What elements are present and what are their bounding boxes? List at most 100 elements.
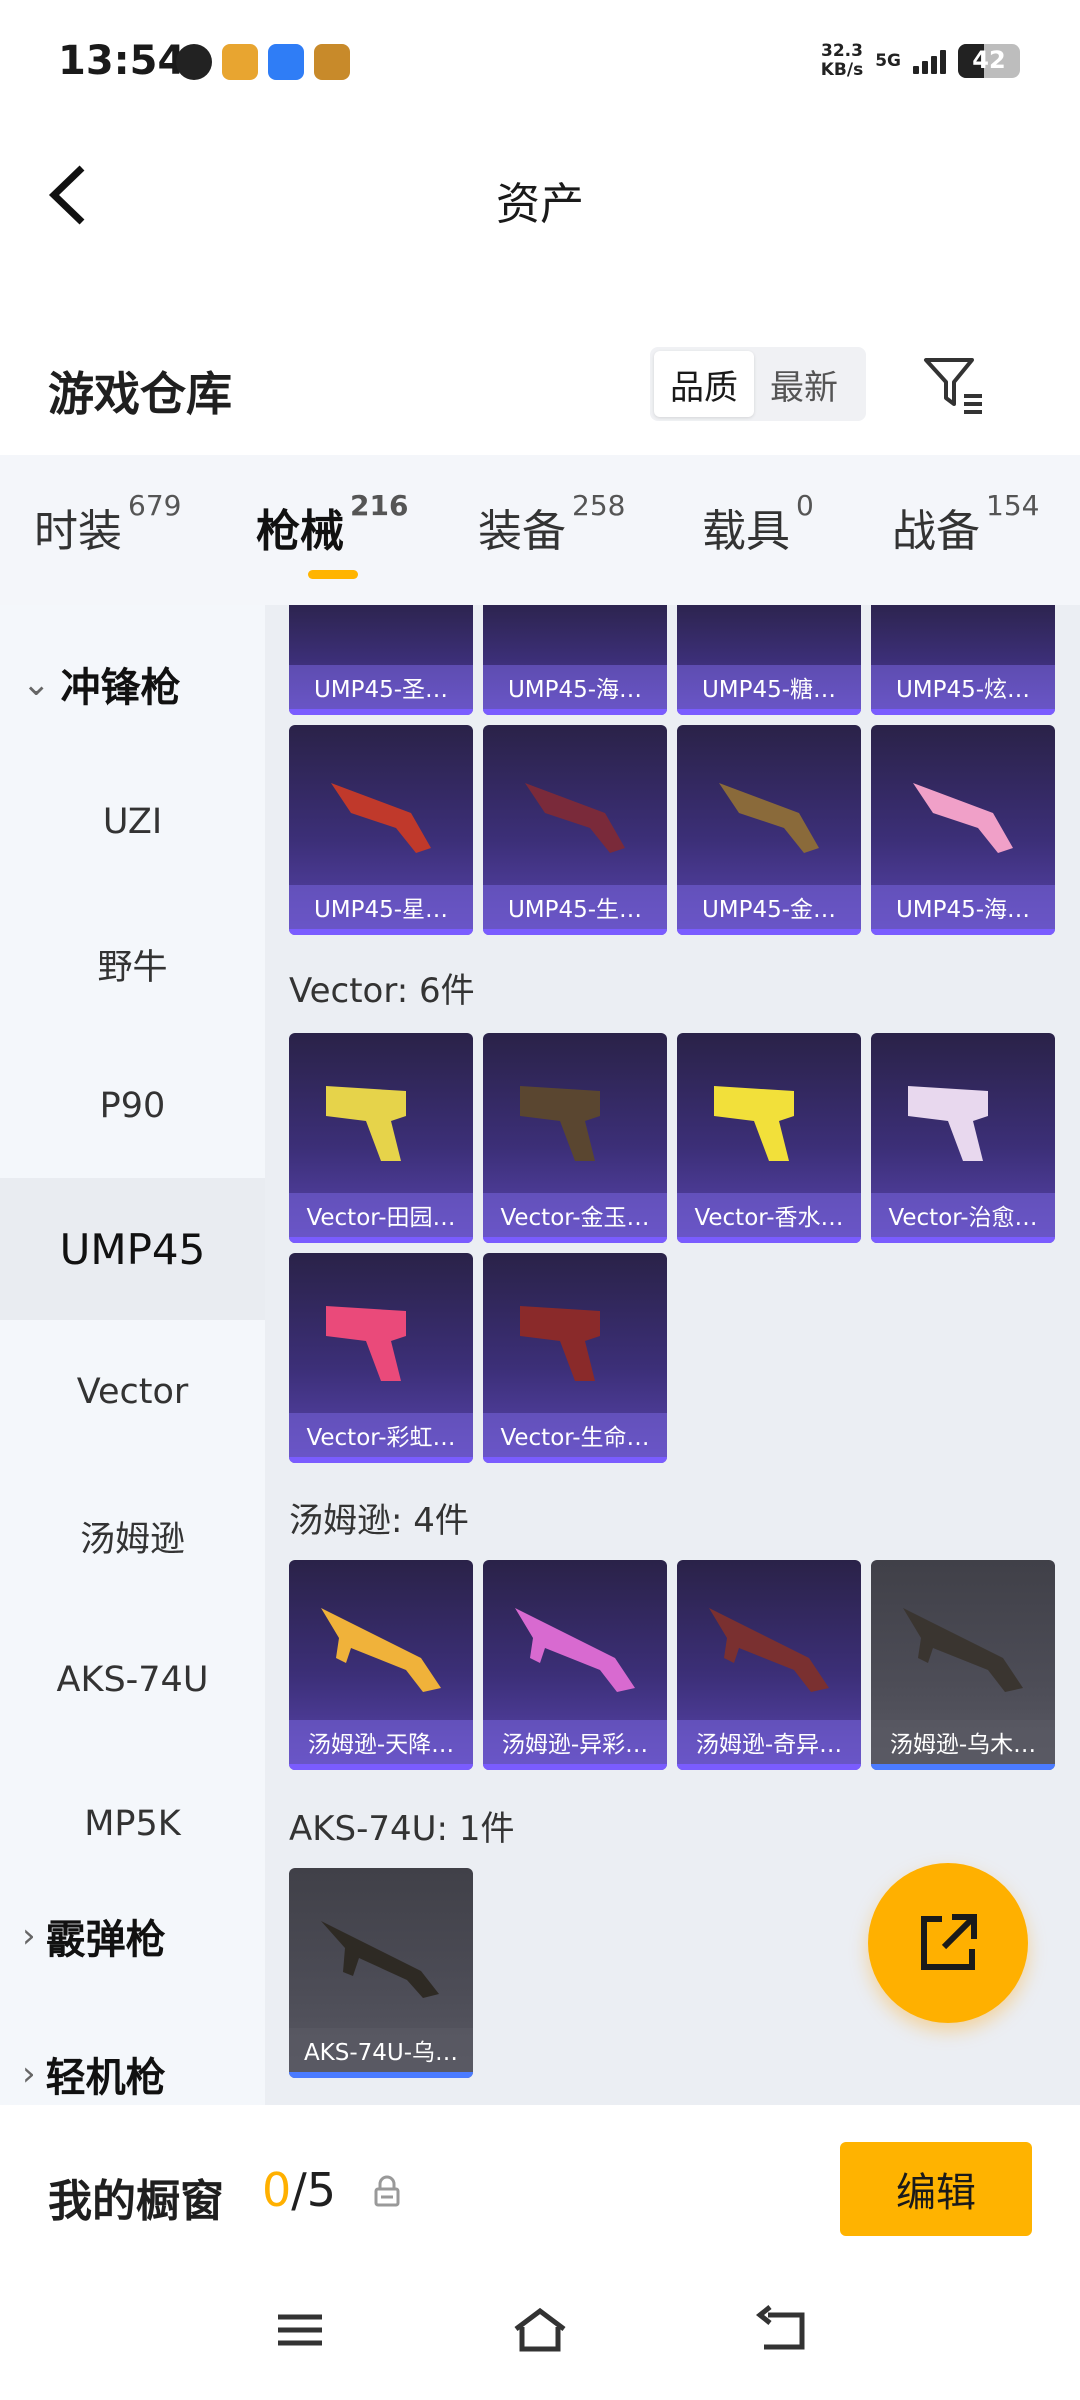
weapon-card-label: 汤姆逊-异彩… <box>483 1720 667 1764</box>
weapon-card-label: Vector-田园… <box>289 1193 473 1237</box>
tab-equipment[interactable]: 装备258 <box>478 489 625 559</box>
weapon-card-label: UMP45-圣… <box>289 665 473 709</box>
app-icon-2 <box>222 44 258 80</box>
weapon-skin-icon <box>913 783 1013 853</box>
lock-icon <box>374 2175 400 2207</box>
showcase-count: 0/5 <box>262 2163 337 2217</box>
sidebar-item-ump45[interactable]: UMP45 <box>0 1178 265 1320</box>
app-icon-1 <box>176 44 212 80</box>
weapon-card[interactable]: 汤姆逊-乌木… <box>871 1560 1055 1770</box>
menu-icon[interactable] <box>270 2305 330 2355</box>
tab-vehicles[interactable]: 载具0 <box>702 489 814 559</box>
group-label-aks74u: AKS-74U: 1件 <box>289 1809 515 1849</box>
network-speed: 32.3 KB/s <box>820 41 864 80</box>
weapon-card[interactable]: UMP45-海… <box>483 605 667 715</box>
sidebar-item-uzi[interactable]: UZI <box>0 751 265 893</box>
status-right: 32.3 KB/s 5G 42 <box>821 42 1020 80</box>
sidebar-item-p90[interactable]: P90 <box>0 1035 265 1177</box>
page-title: 资产 <box>496 179 584 230</box>
weapon-card[interactable]: UMP45-海… <box>871 725 1055 935</box>
weapon-card[interactable]: UMP45-圣… <box>289 605 473 715</box>
section-title: 游戏仓库 <box>48 367 232 421</box>
weapon-card[interactable]: Vector-彩虹… <box>289 1253 473 1463</box>
network-type: 5G <box>875 51 901 71</box>
weapon-skin-icon <box>908 1086 988 1161</box>
weapon-skin-icon <box>903 1608 1023 1692</box>
weapon-card[interactable]: UMP45-糖… <box>677 605 861 715</box>
weapon-card-label: 汤姆逊-乌木… <box>871 1720 1055 1764</box>
weapon-card-label: UMP45-生… <box>483 885 667 929</box>
weapon-card[interactable]: Vector-金玉… <box>483 1033 667 1243</box>
share-external-icon <box>921 1914 977 1970</box>
chevron-right-icon: › <box>22 2054 36 2094</box>
weapon-card-label: UMP45-星… <box>289 885 473 929</box>
tab-weapons[interactable]: 枪械216 <box>256 489 408 559</box>
weapon-skin-icon <box>331 783 431 853</box>
weapon-card-label: Vector-彩虹… <box>289 1413 473 1457</box>
home-icon[interactable] <box>510 2305 570 2355</box>
weapon-skin-icon <box>520 1086 600 1161</box>
weapon-card[interactable]: 汤姆逊-天降… <box>289 1560 473 1770</box>
weapon-sidebar: ⌄ 冲锋枪 UZI 野牛 P90 UMP45 Vector 汤姆逊 AKS-74… <box>0 605 265 2105</box>
status-bar: 13:54 32.3 KB/s 5G 42 <box>0 0 1080 120</box>
weapon-card[interactable]: 汤姆逊-奇异… <box>677 1560 861 1770</box>
sidebar-item-thompson[interactable]: 汤姆逊 <box>0 1465 265 1607</box>
chevron-down-icon: ⌄ <box>22 664 51 704</box>
sidebar-category-shotgun[interactable]: › 霰弹枪 <box>22 1907 166 1965</box>
sort-toggle: 品质 最新 <box>650 347 866 421</box>
active-tab-indicator <box>308 570 358 579</box>
weapon-card-label: UMP45-海… <box>871 885 1055 929</box>
weapon-card-label: Vector-金玉… <box>483 1193 667 1237</box>
weapon-card-label: UMP45-炫… <box>871 665 1055 709</box>
tab-supplies[interactable]: 战备154 <box>892 489 1039 559</box>
weapon-card-label: 汤姆逊-天降… <box>289 1720 473 1764</box>
weapon-card[interactable]: UMP45-金… <box>677 725 861 935</box>
weapon-card-label: AKS-74U-乌… <box>289 2028 473 2072</box>
weapon-skin-icon <box>515 1608 635 1692</box>
weapon-skin-icon <box>709 1608 829 1692</box>
weapon-card[interactable]: Vector-香水… <box>677 1033 861 1243</box>
sidebar-category-lmg[interactable]: › 轻机枪 <box>22 2045 166 2103</box>
edit-button[interactable]: 编辑 <box>840 2142 1032 2236</box>
sort-quality-option[interactable]: 品质 <box>654 351 754 417</box>
weapon-card[interactable]: Vector-治愈… <box>871 1033 1055 1243</box>
showcase-label: 我的橱窗 <box>48 2176 224 2227</box>
weapon-card[interactable]: Vector-生命… <box>483 1253 667 1463</box>
filter-icon <box>924 358 982 414</box>
group-label-thompson: 汤姆逊: 4件 <box>289 1501 469 1541</box>
sort-newest-option[interactable]: 最新 <box>754 351 854 417</box>
sidebar-item-bison[interactable]: 野牛 <box>0 893 265 1035</box>
weapon-card[interactable]: UMP45-生… <box>483 725 667 935</box>
weapon-skin-icon <box>525 783 625 853</box>
weapon-skin-icon <box>719 783 819 853</box>
chevron-right-icon: › <box>22 1916 36 1956</box>
sidebar-category-smg[interactable]: ⌄ 冲锋枪 <box>22 655 181 713</box>
tab-fashion[interactable]: 时装679 <box>34 489 181 559</box>
battery-icon: 42 <box>958 44 1020 78</box>
weapon-card-label: Vector-治愈… <box>871 1193 1055 1237</box>
weapon-card-label: UMP45-糖… <box>677 665 861 709</box>
weapon-card[interactable]: 汤姆逊-异彩… <box>483 1560 667 1770</box>
system-nav-bar <box>0 2285 1080 2385</box>
weapon-card-label: 汤姆逊-奇异… <box>677 1720 861 1764</box>
weapon-card-label: Vector-生命… <box>483 1413 667 1457</box>
weapon-card[interactable]: Vector-田园… <box>289 1033 473 1243</box>
signal-icon <box>913 48 946 74</box>
sidebar-item-aks74u[interactable]: AKS-74U <box>0 1609 265 1751</box>
app-icon-4 <box>314 44 350 80</box>
weapon-card-label: Vector-香水… <box>677 1193 861 1237</box>
share-fab-button[interactable] <box>868 1863 1028 2023</box>
sidebar-item-vector[interactable]: Vector <box>0 1321 265 1463</box>
status-time: 13:54 <box>58 38 186 84</box>
filter-button[interactable] <box>920 352 988 420</box>
weapon-card[interactable]: UMP45-星… <box>289 725 473 935</box>
back-nav-icon[interactable] <box>750 2305 810 2355</box>
weapon-card[interactable]: AKS-74U-乌… <box>289 1868 473 2078</box>
category-tabs: 时装679 枪械216 装备258 载具0 战备154 <box>0 455 1080 605</box>
weapon-skin-icon <box>321 1608 441 1692</box>
weapon-card[interactable]: UMP45-炫… <box>871 605 1055 715</box>
sidebar-item-mp5k[interactable]: MP5K <box>0 1753 265 1895</box>
weapon-card-label: UMP45-海… <box>483 665 667 709</box>
weapon-skin-icon <box>326 1306 406 1381</box>
weapon-skin-icon <box>326 1086 406 1161</box>
